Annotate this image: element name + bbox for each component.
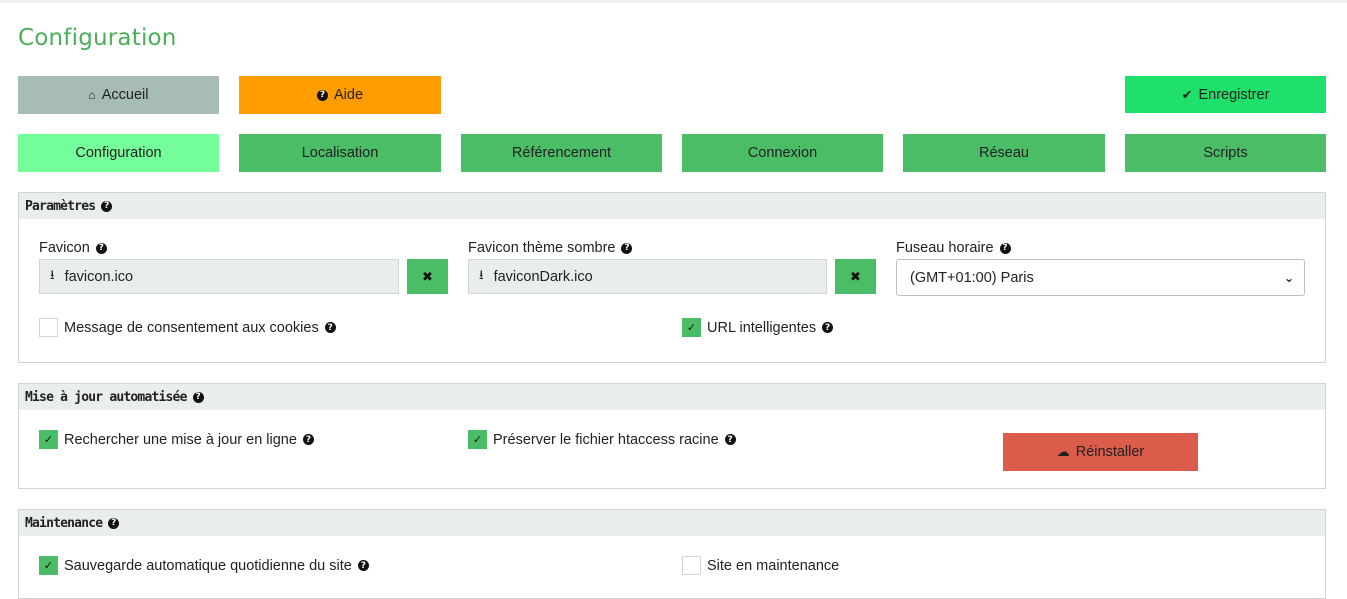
- timezone-label: Fuseau horaire ?: [896, 240, 1011, 256]
- favicon-file-value: favicon.ico: [64, 268, 134, 285]
- help-icon[interactable]: ?: [101, 200, 113, 212]
- page-title: Configuration: [18, 25, 177, 51]
- params-panel-header: Paramètres ?: [19, 193, 1325, 219]
- help-button[interactable]: ? Aide: [239, 76, 441, 114]
- maintenance-row: Site en maintenance: [682, 556, 839, 575]
- help-icon[interactable]: ?: [999, 242, 1011, 254]
- favicon-dark-label: Favicon thème sombre ?: [468, 240, 633, 256]
- cookie-consent-label: Message de consentement aux cookies: [64, 319, 319, 336]
- check-online-row: ✓ Rechercher une mise à jour en ligne ?: [39, 430, 314, 449]
- help-button-label: Aide: [333, 87, 364, 103]
- timezone-select-value: (GMT+01:00) Paris: [910, 269, 1034, 286]
- help-icon[interactable]: ?: [192, 391, 204, 403]
- close-icon: ✖: [422, 268, 433, 284]
- check-icon: ✔: [1181, 86, 1193, 102]
- reinstall-button[interactable]: ☁ Réinstaller: [1003, 433, 1198, 471]
- cookie-consent-row: Message de consentement aux cookies ?: [39, 318, 336, 337]
- htaccess-label: Préserver le fichier htaccess racine: [493, 431, 719, 448]
- home-button-label: Accueil: [101, 87, 149, 103]
- backup-checkbox[interactable]: ✓: [39, 556, 58, 575]
- smart-url-label: URL intelligentes: [707, 319, 817, 336]
- help-icon[interactable]: ?: [724, 434, 736, 445]
- help-icon[interactable]: ?: [324, 322, 336, 333]
- timezone-select[interactable]: (GMT+01:00) Paris ⌄: [896, 259, 1305, 296]
- backup-row: ✓ Sauvegarde automatique quotidienne du …: [39, 556, 369, 575]
- help-icon[interactable]: ?: [95, 242, 107, 254]
- favicon-dark-delete-button[interactable]: ✖: [835, 259, 876, 294]
- help-icon[interactable]: ?: [108, 517, 120, 529]
- maintenance-panel: Maintenance ?: [18, 509, 1326, 599]
- maintenance-label: Site en maintenance: [707, 557, 840, 574]
- home-icon: ⌂: [88, 88, 96, 102]
- favicon-dark-file-value: faviconDark.ico: [493, 268, 593, 285]
- timezone-label-text: Fuseau horaire: [896, 240, 994, 256]
- favicon-label: Favicon ?: [39, 240, 107, 256]
- favicon-delete-button[interactable]: ✖: [407, 259, 448, 294]
- help-icon[interactable]: ?: [822, 322, 834, 333]
- upload-icon: ⭳: [479, 266, 484, 282]
- cookie-consent-checkbox[interactable]: [39, 318, 58, 337]
- tab-scripts[interactable]: Scripts: [1125, 134, 1326, 172]
- update-panel-header: Mise à jour automatisée ?: [19, 384, 1325, 410]
- tab-connexion[interactable]: Connexion: [682, 134, 883, 172]
- maintenance-panel-title: Maintenance: [25, 515, 103, 531]
- backup-label: Sauvegarde automatique quotidienne du si…: [64, 557, 352, 574]
- check-icon: ✓: [472, 434, 483, 446]
- maintenance-checkbox[interactable]: [682, 556, 701, 575]
- tab-localisation[interactable]: Localisation: [239, 134, 441, 172]
- close-icon: ✖: [850, 268, 861, 284]
- help-icon[interactable]: ?: [621, 242, 633, 254]
- check-icon: ✓: [43, 434, 54, 446]
- chevron-down-icon: ⌄: [1283, 270, 1294, 285]
- check-icon: ✓: [43, 560, 54, 572]
- reinstall-button-label: Réinstaller: [1075, 444, 1145, 460]
- upload-icon: ⭳: [50, 266, 55, 282]
- save-button[interactable]: ✔ Enregistrer: [1125, 76, 1326, 113]
- htaccess-checkbox[interactable]: ✓: [468, 430, 487, 449]
- tab-referencement[interactable]: Référencement: [461, 134, 662, 172]
- check-online-checkbox[interactable]: ✓: [39, 430, 58, 449]
- favicon-dark-label-text: Favicon thème sombre: [468, 240, 616, 256]
- update-panel-title: Mise à jour automatisée: [25, 389, 187, 405]
- favicon-file-input[interactable]: ⭳ favicon.ico: [39, 259, 399, 294]
- params-panel-title: Paramètres: [25, 198, 96, 214]
- help-icon[interactable]: ?: [357, 560, 369, 571]
- save-button-label: Enregistrer: [1198, 86, 1270, 103]
- check-online-label: Rechercher une mise à jour en ligne: [64, 431, 297, 448]
- question-circle-icon: ?: [316, 89, 328, 101]
- favicon-dark-file-input[interactable]: ⭳ faviconDark.ico: [468, 259, 827, 294]
- help-icon[interactable]: ?: [302, 434, 314, 445]
- maintenance-panel-header: Maintenance ?: [19, 510, 1325, 536]
- check-icon: ✓: [686, 322, 697, 334]
- home-button[interactable]: ⌂ Accueil: [18, 76, 219, 114]
- smart-url-row: ✓ URL intelligentes ?: [682, 318, 834, 337]
- cloud-download-icon: ☁: [1056, 444, 1070, 459]
- favicon-label-text: Favicon: [39, 240, 90, 256]
- tab-reseau[interactable]: Réseau: [903, 134, 1105, 172]
- smart-url-checkbox[interactable]: ✓: [682, 318, 701, 337]
- tab-configuration[interactable]: Configuration: [18, 134, 219, 172]
- htaccess-row: ✓ Préserver le fichier htaccess racine ?: [468, 430, 736, 449]
